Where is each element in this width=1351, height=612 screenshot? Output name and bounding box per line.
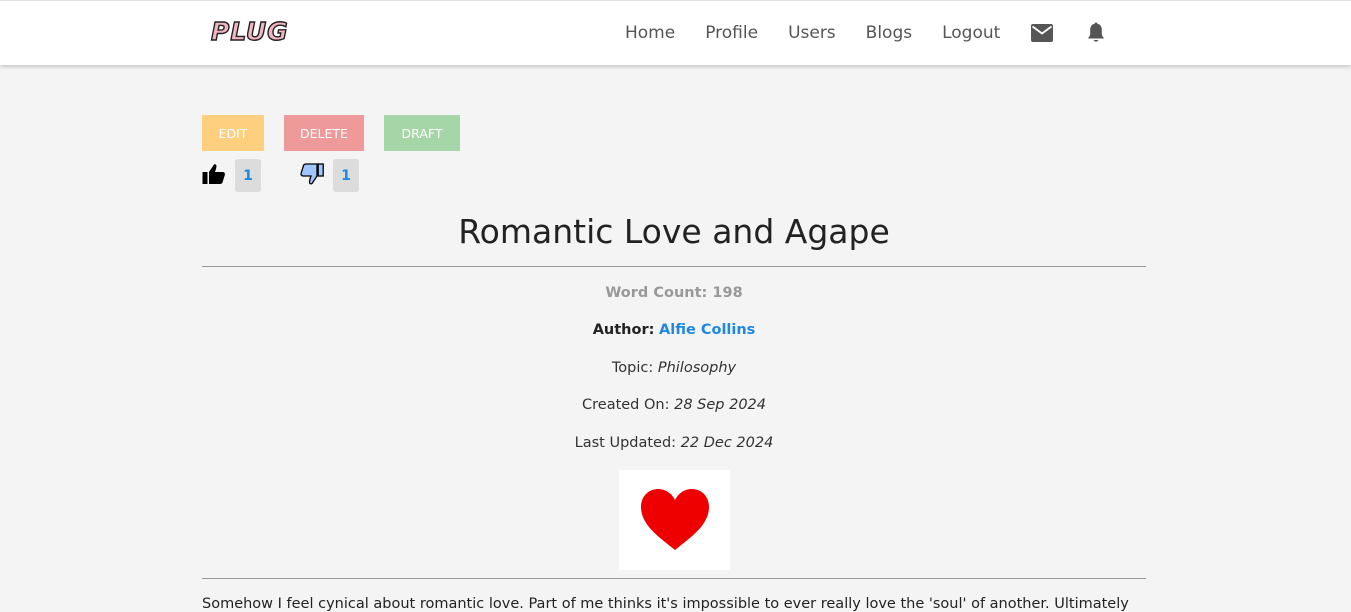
draft-button[interactable]: DRAFT [384,115,460,151]
created-value: 28 Sep 2024 [674,397,766,413]
post-title: Romantic Love and Agape [458,212,890,251]
post-body: Somehow I feel cynical about romantic lo… [202,596,1129,612]
thumbs-down-icon[interactable] [300,163,324,189]
word-count: Word Count: 198 [202,285,1146,301]
created-line: Created On: 28 Sep 2024 [202,397,1146,413]
heart-icon [640,489,709,550]
topic-label: Topic: [611,360,654,376]
nav-home-link[interactable]: Home [625,21,675,45]
created-label: Created On: [582,397,670,413]
thumbs-up-icon[interactable] [202,163,226,189]
topic-line: Topic: Philosophy [202,360,1146,376]
title-divider [202,266,1146,267]
post-actions: EDIT DELETE DRAFT [202,115,1146,151]
vote-bar: 1 1 [202,159,402,192]
nav-links: Home Profile Users Blogs Logout [625,21,1138,45]
navbar: PLUG Home Profile Users Blogs Logout [0,0,1351,65]
bell-icon[interactable] [1084,21,1108,45]
author-label: Author: [592,322,655,338]
updated-label: Last Updated: [574,435,677,451]
nav-profile-link[interactable]: Profile [705,21,758,45]
word-count-value: 198 [712,285,743,301]
post-image [619,470,730,570]
nav-users-link[interactable]: Users [788,21,836,45]
dislikes-count: 1 [333,159,359,192]
nav-blogs-link[interactable]: Blogs [866,21,912,45]
image-divider [202,578,1146,579]
updated-line: Last Updated: 22 Dec 2024 [202,435,1146,451]
updated-value: 22 Dec 2024 [680,435,774,451]
post-content: EDIT DELETE DRAFT 1 1 Romantic Love and … [202,115,1146,612]
logo[interactable]: PLUG [210,16,289,46]
word-count-label: Word Count: [605,285,708,301]
likes-count: 1 [235,159,261,192]
author-line: Author: Alfie Collins [202,322,1146,338]
nav-logout-link[interactable]: Logout [942,21,1000,45]
mail-icon[interactable] [1030,21,1054,45]
topic-value: Philosophy [657,360,737,376]
delete-button[interactable]: DELETE [284,115,364,151]
author-link[interactable]: Alfie Collins [659,322,755,338]
edit-button[interactable]: EDIT [202,115,264,151]
